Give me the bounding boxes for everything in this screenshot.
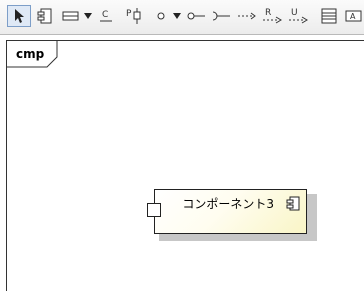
diagram-toolbar: C P R U A: [0, 0, 364, 35]
realization-letter: R: [265, 8, 271, 18]
component-name: コンポーネント3: [182, 197, 274, 211]
socket-icon: [212, 11, 230, 21]
class-tool-button[interactable]: [60, 5, 82, 27]
dropdown-triangle-icon: [84, 13, 92, 19]
class-box-icon: [62, 11, 79, 21]
realization-arrow-icon: R: [263, 8, 282, 24]
text-letter: A: [350, 12, 356, 21]
dropdown-triangle-icon: [173, 13, 181, 19]
partition-icon: [321, 8, 337, 24]
component-icon: [37, 8, 52, 24]
class-dropdown-button[interactable]: [82, 5, 94, 27]
provided-interface-tool-button[interactable]: [185, 5, 207, 27]
arrow-pointer-icon: [15, 9, 24, 23]
select-tool-button[interactable]: [7, 5, 31, 27]
port-tool-button[interactable]: P: [124, 5, 146, 27]
diagram-canvas[interactable]: cmp: [6, 40, 364, 291]
frame-label: cmp: [16, 47, 45, 61]
text-tool-button[interactable]: A: [344, 5, 364, 27]
usage-letter: U: [291, 8, 298, 18]
realization-tool-button[interactable]: R: [262, 5, 284, 27]
collaboration-tool-button[interactable]: C: [96, 5, 116, 27]
dependency-tool-button[interactable]: [236, 5, 258, 27]
interface-dropdown-button[interactable]: [171, 5, 183, 27]
usage-tool-button[interactable]: U: [288, 5, 310, 27]
text-box-icon: A: [345, 10, 362, 22]
usage-arrow-icon: U: [289, 8, 308, 24]
dashed-arrow-icon: [238, 12, 256, 20]
partition-tool-button[interactable]: [318, 5, 340, 27]
interface-circle-icon: [157, 12, 165, 20]
collaboration-icon: C: [100, 10, 112, 22]
component-box[interactable]: コンポーネント3: [154, 189, 307, 234]
required-interface-tool-button[interactable]: [210, 5, 232, 27]
component-icon: [286, 196, 300, 211]
collab-letter: C: [102, 10, 108, 20]
component-tool-button[interactable]: [34, 5, 56, 27]
lollipop-icon: [187, 12, 205, 20]
port-icon: P: [126, 8, 141, 24]
port-letter: P: [126, 9, 132, 19]
component-port[interactable]: [147, 203, 161, 217]
interface-tool-button[interactable]: [152, 5, 170, 27]
